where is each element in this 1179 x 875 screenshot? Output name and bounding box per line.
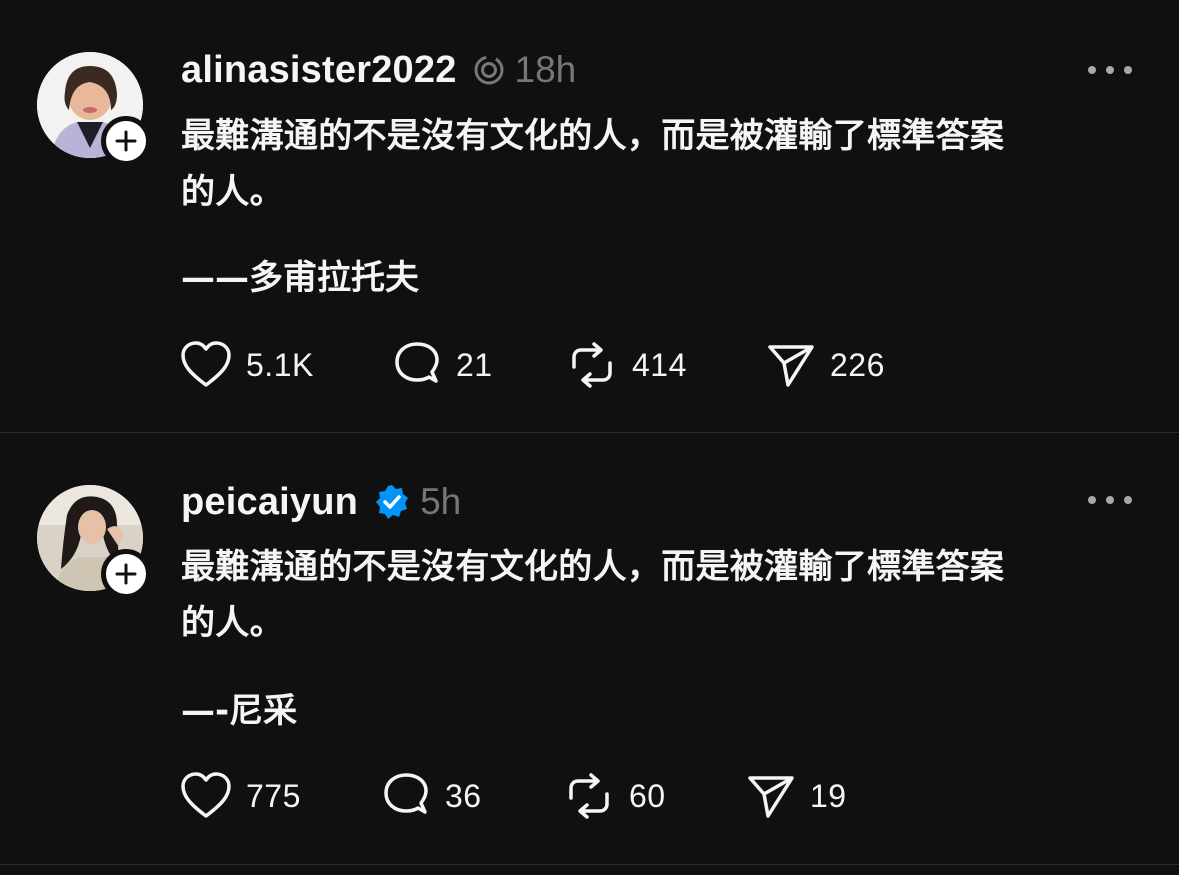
quote-author: ——多甫拉托夫 — [181, 258, 419, 298]
repost-button[interactable]: 60 — [563, 771, 666, 821]
more-dot-icon — [1106, 66, 1114, 74]
like-count: 775 — [246, 777, 301, 814]
post-alinasister2022[interactable]: alinasister2022 18h 最難溝通的不是沒有文化的人，而是被灌輸了… — [0, 0, 1179, 433]
timestamp[interactable]: 5h — [420, 481, 461, 523]
plus-icon — [115, 563, 137, 585]
avatar-container[interactable] — [37, 52, 151, 166]
more-options-button[interactable] — [1088, 490, 1132, 510]
heart-icon — [181, 772, 231, 818]
username[interactable]: peicaiyun — [181, 481, 358, 524]
post-text-line: 最難溝通的不是沒有文化的人，而是被灌輸了標準答案 — [181, 547, 1005, 587]
verified-badge-icon — [374, 484, 410, 520]
post-actions: 5.1K 21 414 226 — [180, 340, 1080, 390]
more-dot-icon — [1088, 496, 1096, 504]
post-text-line: 的人。 — [181, 172, 284, 212]
reply-button[interactable]: 36 — [381, 771, 482, 821]
share-button[interactable]: 19 — [746, 771, 847, 821]
more-dot-icon — [1124, 496, 1132, 504]
share-count: 19 — [810, 777, 847, 814]
send-icon — [768, 345, 814, 387]
repost-count: 60 — [629, 777, 666, 814]
share-count: 226 — [830, 346, 885, 383]
send-icon — [748, 776, 794, 818]
follow-button[interactable] — [101, 116, 151, 166]
share-button[interactable]: 226 — [766, 340, 885, 390]
comment-icon — [395, 342, 439, 383]
reply-count: 21 — [456, 346, 493, 383]
post-text: 最難溝通的不是沒有文化的人，而是被灌輸了標準答案 的人。 — [181, 539, 1141, 651]
more-dot-icon — [1106, 496, 1114, 504]
plus-icon — [115, 130, 137, 152]
post-peicaiyun[interactable]: peicaiyun 5h 最難溝通的不是沒有文化的人，而是被灌輸了標準答案 的人… — [0, 433, 1179, 865]
reply-count: 36 — [445, 777, 482, 814]
like-button[interactable]: 5.1K — [180, 340, 314, 390]
post-divider — [0, 864, 1179, 865]
more-dot-icon — [1088, 66, 1096, 74]
username[interactable]: alinasister2022 — [181, 49, 457, 92]
more-dot-icon — [1124, 66, 1132, 74]
post-header: alinasister2022 18h — [181, 48, 576, 92]
repost-button[interactable]: 414 — [566, 340, 687, 390]
post-header: peicaiyun 5h — [181, 480, 461, 524]
threads-ring-icon — [473, 54, 505, 86]
like-button[interactable]: 775 — [180, 771, 301, 821]
avatar-container[interactable] — [37, 485, 151, 599]
heart-icon — [181, 341, 231, 387]
post-text-line: 的人。 — [181, 603, 284, 643]
repost-icon — [572, 342, 612, 388]
repost-count: 414 — [632, 346, 687, 383]
follow-button[interactable] — [101, 549, 151, 599]
quote-author: —-尼采 — [181, 691, 298, 731]
post-text: 最難溝通的不是沒有文化的人，而是被灌輸了標準答案 的人。 — [181, 108, 1141, 220]
like-count: 5.1K — [246, 346, 314, 383]
post-actions: 775 36 60 19 — [180, 771, 1080, 821]
repost-icon — [569, 773, 609, 819]
comment-icon — [384, 773, 428, 814]
post-text-line: 最難溝通的不是沒有文化的人，而是被灌輸了標準答案 — [181, 116, 1005, 156]
more-options-button[interactable] — [1088, 60, 1132, 80]
timestamp[interactable]: 18h — [515, 49, 577, 91]
reply-button[interactable]: 21 — [392, 340, 493, 390]
